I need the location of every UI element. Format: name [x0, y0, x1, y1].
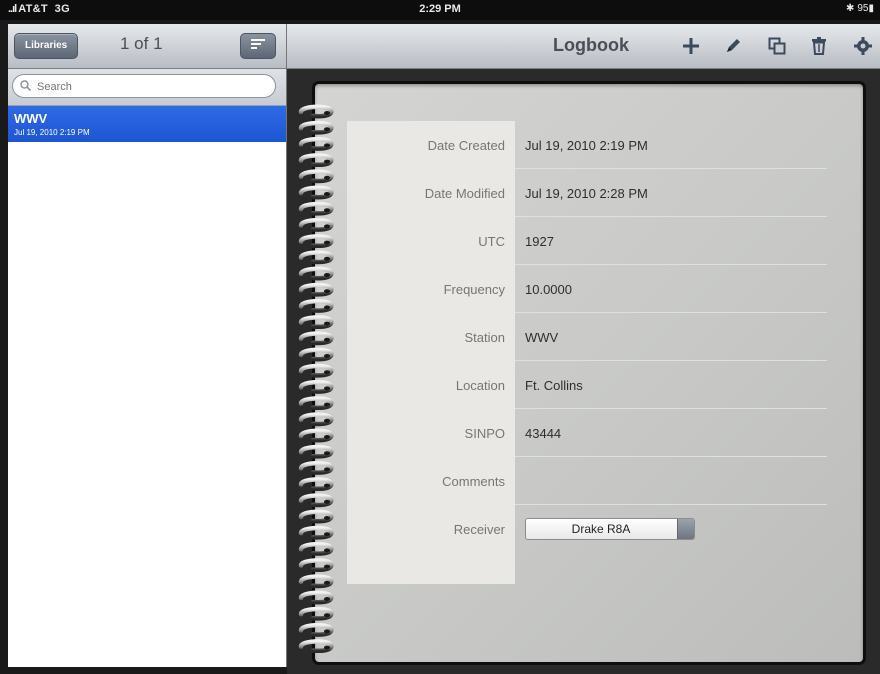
- list-item-title: WWV: [14, 111, 48, 126]
- receiver-select[interactable]: Drake R8A: [525, 518, 695, 540]
- left-toolbar: Libraries 1 of 1: [8, 24, 286, 69]
- date-modified-label: Date Modified: [424, 186, 505, 201]
- library-list-pane: Libraries 1 of 1 WWV Jul 19, 2010 2:19 P…: [8, 24, 287, 667]
- sort-icon: [251, 39, 265, 49]
- spiral-binding-icon: [298, 104, 334, 654]
- sinpo-row[interactable]: SINPO 43444: [347, 409, 827, 457]
- receiver-label: Receiver: [453, 522, 505, 537]
- detail-toolbar: Logbook: [287, 24, 880, 69]
- utc-value[interactable]: 1927: [525, 234, 554, 249]
- station-value[interactable]: WWV: [525, 330, 558, 345]
- frequency-value[interactable]: 10.0000: [525, 282, 572, 297]
- battery-level: 95: [857, 3, 869, 14]
- location-label: Location: [455, 378, 505, 393]
- page-title: Logbook: [553, 35, 629, 55]
- station-row[interactable]: Station WWV: [347, 313, 827, 361]
- dropdown-arrow-icon: [677, 519, 694, 539]
- utc-row[interactable]: UTC 1927: [347, 217, 827, 265]
- settings-icon[interactable]: [853, 36, 873, 56]
- status-time: 2:29 PM: [419, 3, 461, 15]
- sinpo-label: SINPO: [464, 426, 505, 441]
- status-bar: ..ıl AT&T 3G 2:29 PM ✱ 95▮: [0, 0, 880, 20]
- list-item-subtitle: Jul 19, 2010 2:19 PM: [14, 128, 90, 137]
- sort-button[interactable]: [240, 33, 276, 59]
- libraries-button[interactable]: Libraries: [14, 33, 79, 59]
- receiver-row: Receiver Drake R8A: [347, 505, 827, 553]
- search-icon: [20, 80, 31, 91]
- date-modified-row: Date Modified Jul 19, 2010 2:28 PM: [347, 169, 827, 217]
- add-icon[interactable]: [681, 36, 701, 56]
- station-label: Station: [464, 330, 505, 345]
- logbook-notebook: Date Created Jul 19, 2010 2:19 PM Date M…: [298, 84, 863, 662]
- location-row[interactable]: Location Ft. Collins: [347, 361, 827, 409]
- frequency-label: Frequency: [443, 282, 505, 297]
- bluetooth-icon: ✱: [845, 3, 855, 14]
- utc-label: UTC: [478, 234, 505, 249]
- receiver-selected-value: Drake R8A: [571, 522, 631, 536]
- delete-icon[interactable]: [809, 36, 829, 56]
- search-field[interactable]: [12, 74, 276, 98]
- page-indicator: 1 of 1: [120, 34, 163, 53]
- comments-label: Comments: [442, 474, 505, 489]
- search-input[interactable]: [35, 77, 269, 97]
- date-modified-value: Jul 19, 2010 2:28 PM: [525, 186, 648, 201]
- date-created-row: Date Created Jul 19, 2010 2:19 PM: [347, 121, 827, 169]
- frequency-row[interactable]: Frequency 10.0000: [347, 265, 827, 313]
- list-item[interactable]: WWV Jul 19, 2010 2:19 PM: [8, 106, 286, 142]
- battery-icon: ▮: [868, 3, 874, 14]
- location-value[interactable]: Ft. Collins: [525, 378, 583, 393]
- date-created-value: Jul 19, 2010 2:19 PM: [525, 138, 648, 153]
- detail-pane: Logbook Date Created Jul 19, 2010 2:19 P…: [287, 24, 880, 674]
- sinpo-value[interactable]: 43444: [525, 426, 561, 441]
- date-created-label: Date Created: [427, 138, 505, 153]
- duplicate-icon[interactable]: [767, 36, 787, 56]
- comments-row[interactable]: Comments: [347, 457, 827, 505]
- battery-indicator: ✱ 95▮: [846, 3, 874, 14]
- edit-icon[interactable]: [723, 36, 743, 56]
- search-bar: [8, 69, 286, 106]
